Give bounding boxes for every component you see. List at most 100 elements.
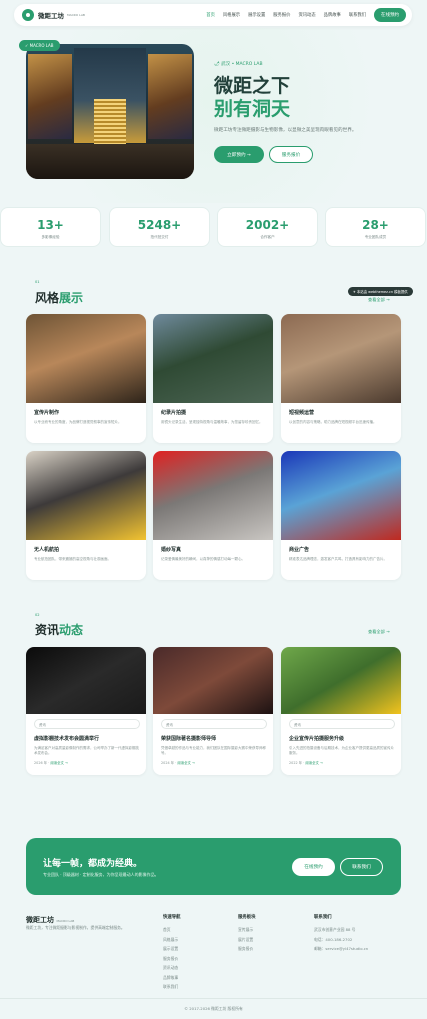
footer-link[interactable]: 资讯动态	[163, 963, 181, 973]
stat-card: 2002+ 合作客户	[217, 207, 318, 247]
news-card-desc: 引入先进的拍摄设备与后期技术，为企业客户提供更高品质的宣传片服务。	[289, 746, 394, 755]
footer-link[interactable]: 宣传展示	[238, 925, 256, 935]
stat-card: 5248+ 拍代拍交付	[109, 207, 210, 247]
style-card-image	[26, 314, 146, 403]
footer-link[interactable]: 品牌故事	[163, 973, 181, 983]
footer-column-title: 服务板块	[238, 915, 256, 920]
read-more-link[interactable]: 阅读全文 →	[305, 761, 322, 765]
news-card-image	[153, 647, 273, 714]
style-card-title: 商业广告	[289, 547, 310, 553]
style-card-image	[281, 314, 401, 403]
book-now-button[interactable]: 立即预约 →	[214, 146, 264, 163]
style-card[interactable]: 婚纱写真记录爱情最美好的瞬间，以真挚的情感打动每一颗心。	[153, 451, 273, 580]
cta-contact-button[interactable]: 联系我们	[340, 858, 383, 876]
news-card-image	[26, 647, 146, 714]
footer-link[interactable]: 展示设置	[163, 944, 181, 954]
nav-link-contact[interactable]: 联系我们	[349, 12, 366, 18]
cta-booking-button[interactable]: 在线预约	[292, 858, 335, 876]
news-card-title[interactable]: 荣获国际著名摄影师导师	[161, 735, 273, 742]
stat-number: 5248+	[137, 218, 182, 232]
style-card[interactable]: 宣传片制作 以专业而专业的角度，为品牌打造视觉叙事的宣传短片。	[26, 314, 146, 443]
footer-column-title: 联系我们	[314, 915, 332, 920]
footer-link[interactable]: 联系我们	[163, 982, 181, 992]
style-card-desc: 以专业而专业的角度，为品牌打造视觉叙事的宣传短片。	[34, 420, 122, 424]
nav-link-home[interactable]: 首页	[206, 12, 215, 18]
view-all-styles-link[interactable]: 查看全部 →	[368, 297, 390, 303]
hero-title-line1: 微距之下	[214, 75, 291, 97]
section-number: 01	[35, 280, 40, 284]
footer-contact-column: 联系我们 武汉市创意产业园 88 号 电话：400-186-2702 邮箱：se…	[314, 914, 368, 954]
news-meta: 2024 年 · 阅读全文 →	[161, 761, 195, 765]
footer-link[interactable]: 展片设置	[238, 935, 256, 945]
style-card-title: 婚纱写真	[161, 547, 182, 553]
style-card-desc: 用镜头记录生活，呈现独特视角与温暖故事，为您留存珍贵回忆。	[161, 420, 263, 424]
style-card-desc: 精准表达品牌理念，激发客户共鸣，打造具有影响力的广告片。	[289, 557, 387, 561]
top-navbar: 微距工坊 MACRO LAB 首页 风格展示 展示设置 服务报价 资讯动态 品牌…	[14, 4, 412, 26]
section-title-news: 资讯动态	[35, 623, 84, 637]
news-card[interactable]: 资讯企业宣传片拍摄服务升级 引入先进的拍摄设备与后期技术，为企业客户提供更高品质的…	[281, 647, 401, 775]
news-tag: 资讯	[289, 719, 395, 729]
footer-description: 微距工坊，专注微距摄影与影视制作，提供高端定制服务。	[26, 925, 125, 930]
style-card[interactable]: 纪录片拍摄用镜头记录生活，呈现独特视角与温暖故事，为您留存珍贵回忆。	[153, 314, 273, 443]
stat-label: 拍代拍交付	[150, 235, 169, 239]
pricing-button[interactable]: 服务报价	[269, 146, 313, 163]
footer-link[interactable]: 服务报价	[163, 954, 181, 964]
logo-icon[interactable]	[22, 9, 34, 21]
news-card[interactable]: 资讯荣获国际著名摄影师导师 凭借卓越的作品与专业能力，我们团队在国际摄影大赛中荣获…	[153, 647, 273, 775]
style-card-image	[26, 451, 146, 540]
news-card[interactable]: 资讯 虚拟影棚技术发布会圆满举行 为满足客户对高质量影像制作的需求，公司举办了新一代…	[26, 647, 146, 775]
news-card-desc: 为满足客户对高质量影像制作的需求，公司举办了新一代虚拟影棚技术发布会。	[34, 746, 139, 755]
news-date: 2026 年	[34, 761, 48, 765]
news-meta: 2026 年 · 阅读全文 →	[34, 761, 68, 765]
stat-card: 13+ 多影像经验	[0, 207, 101, 247]
stat-card: 28+ 专业团队成员	[325, 207, 426, 247]
stat-label: 合作客户	[260, 235, 275, 239]
nav-link-pricing[interactable]: 服务报价	[273, 12, 290, 18]
stat-number: 28+	[362, 218, 389, 232]
view-all-news-link[interactable]: 查看全部 →	[368, 629, 390, 635]
style-card-desc: 专业航拍团队，带来震撼的高空视角与壮观画面。	[34, 557, 111, 561]
news-date: 2022 年	[289, 761, 303, 765]
nav-booking-button[interactable]: 在线预约	[374, 8, 406, 22]
news-card-title[interactable]: 虚拟影棚技术发布会圆满举行	[34, 735, 146, 742]
section-title-styles: 风格展示	[35, 291, 84, 305]
news-card-title[interactable]: 企业宣传片拍摄服务升级	[289, 735, 401, 742]
nav-link-styles[interactable]: 风格展示	[223, 12, 240, 18]
footer-nav-column: 快速导航 首页 风格展示 展示设置 服务报价 资讯动态 品牌故事 联系我们	[163, 914, 181, 992]
stat-label: 专业团队成员	[364, 235, 387, 239]
news-meta: 2022 年 · 阅读全文 →	[289, 761, 323, 765]
site-notice-toast[interactable]: ✈ 本站由 webthemez.cn 模板提供	[348, 287, 413, 296]
style-card-image	[153, 314, 273, 403]
hero-badge: ✓ MACRO LAB	[19, 40, 60, 51]
read-more-link[interactable]: 阅读全文 →	[50, 761, 67, 765]
section-number: 02	[35, 613, 40, 617]
cta-title: 让每一帧，都成为经典。	[43, 859, 143, 869]
news-tag: 资讯	[161, 719, 267, 729]
news-card-image	[281, 647, 401, 714]
footer-column-title: 快速导航	[163, 915, 181, 920]
footer-phone: 电话：400-186-2702	[314, 936, 353, 942]
news-card-desc: 凭借卓越的作品与专业能力，我们团队在国际摄影大赛中荣获导师称号。	[161, 746, 266, 755]
nav-link-settings[interactable]: 展示设置	[248, 12, 265, 18]
style-card-title: 短视频运营	[289, 410, 315, 416]
footer-address: 武汉市创意产业园 88 号	[314, 927, 356, 932]
nav-link-story[interactable]: 品牌故事	[324, 12, 341, 18]
footer-link[interactable]: 首页	[163, 925, 181, 935]
read-more-link[interactable]: 阅读全文 →	[177, 761, 194, 765]
nav-link-news[interactable]: 资讯动态	[298, 12, 315, 18]
hero-image	[26, 44, 194, 179]
footer-link[interactable]: 风格展示	[163, 935, 181, 945]
style-card-image	[153, 451, 273, 540]
style-card[interactable]: 商业广告精准表达品牌理念，激发客户共鸣，打造具有影响力的广告片。	[281, 451, 401, 580]
style-card-desc: 记录爱情最美好的瞬间，以真挚的情感打动每一颗心。	[161, 557, 245, 561]
style-card-title: 纪录片拍摄	[161, 410, 187, 416]
brand-subtitle: MACRO LAB	[67, 13, 85, 17]
style-card-desc: 以创意的内容与策略，助力品牌在短视频平台迅速传播。	[289, 420, 377, 424]
footer-brand: 微距工坊 MACRO LAB	[26, 916, 75, 924]
footer-link[interactable]: 服务报价	[238, 944, 256, 954]
brand-name[interactable]: 微距工坊	[38, 10, 64, 20]
style-card[interactable]: 无人机航拍 专业航拍团队，带来震撼的高空视角与壮观画面。	[26, 451, 146, 580]
style-card[interactable]: 短视频运营以创意的内容与策略，助力品牌在短视频平台迅速传播。	[281, 314, 401, 443]
footer-email[interactable]: 邮箱：service@yl47studio.cn	[314, 944, 368, 954]
hero-title-line2: 别有洞天	[214, 98, 291, 120]
